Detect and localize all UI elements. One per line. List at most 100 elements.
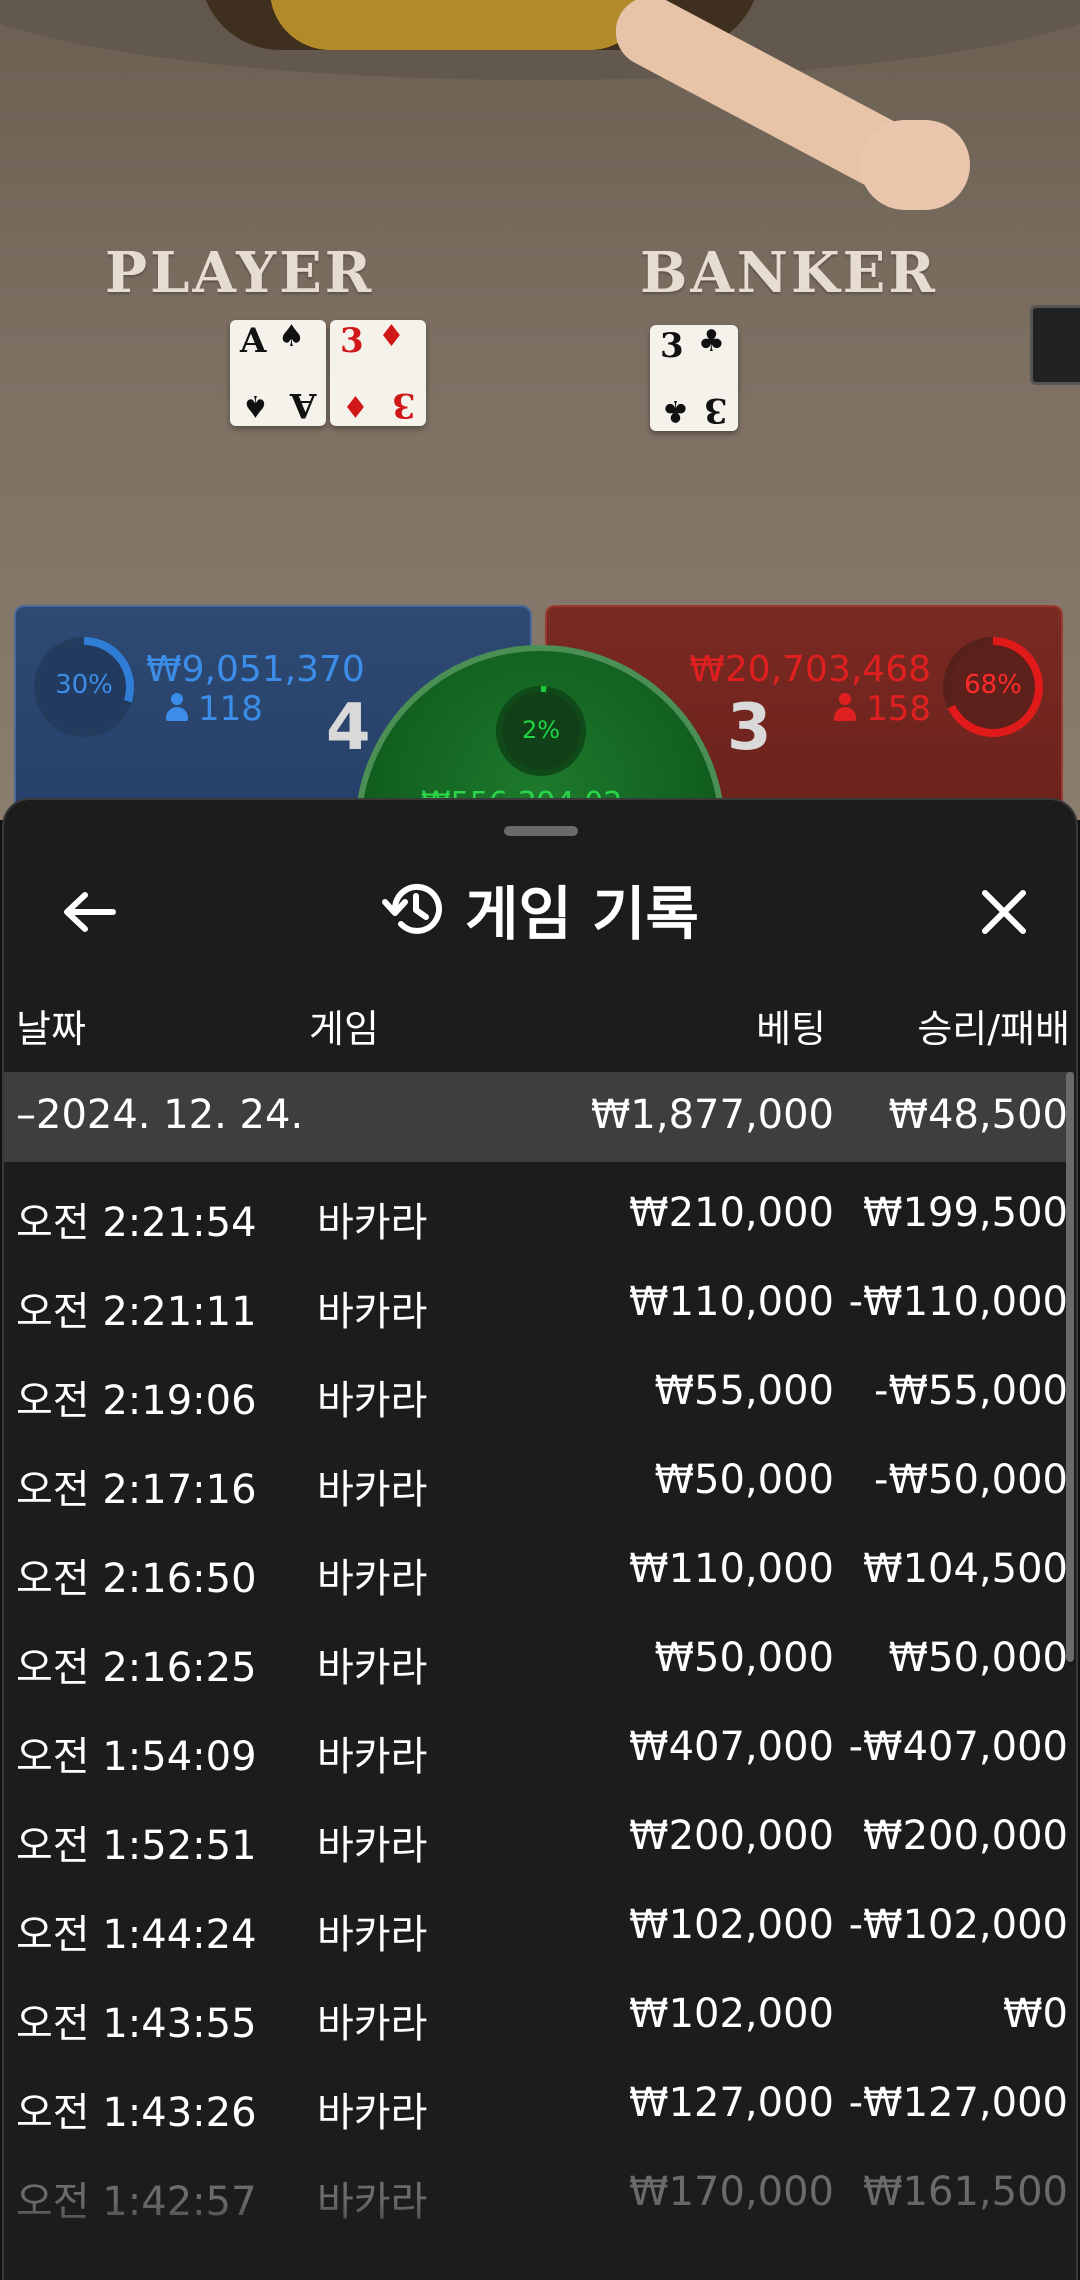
row-game: 바카라 — [317, 1378, 428, 1424]
club-suit-icon: ♣ — [662, 393, 689, 428]
banker-bettor-count: 158 — [834, 689, 931, 729]
day-summary-date: –2024. 12. 24. — [16, 1092, 304, 1138]
tie-percent-ring: 2% — [496, 686, 586, 776]
user-icon — [834, 693, 857, 723]
row-bet: ₩50,000 — [654, 1635, 834, 1681]
row-game: 바카라 — [317, 1823, 428, 1869]
column-header-game[interactable]: 게임 — [309, 998, 379, 1053]
player-bettor-count: 118 — [166, 689, 263, 729]
player-percent: 30% — [55, 670, 113, 700]
list-fade-overlay — [4, 2198, 1076, 2280]
row-win-loss: ₩199,500 — [863, 1190, 1068, 1236]
banker-bet-amount: ₩20,703,468 — [689, 649, 931, 690]
row-time: 오전 1:44:24 — [16, 1912, 257, 1958]
row-game: 바카라 — [317, 2001, 428, 2047]
player-percent-ring: 30% — [34, 637, 134, 737]
dealer-hand — [860, 120, 970, 210]
banker-score: 3 — [727, 691, 772, 765]
sheet-drag-handle[interactable] — [504, 826, 578, 836]
row-win-loss: -₩50,000 — [874, 1457, 1068, 1503]
row-time: 오전 2:21:54 — [16, 1200, 257, 1246]
game-history-sheet: 게임 기록 날짜 게임 베팅 승리/패배 –2024. 12. 24. ₩1,8… — [2, 798, 1078, 2280]
row-bet: ₩50,000 — [654, 1457, 834, 1503]
history-row[interactable]: 오전 1:52:51 바카라 ₩200,000 ₩200,000 — [4, 1785, 1074, 1874]
column-header-date[interactable]: 날짜 — [16, 998, 86, 1053]
history-row[interactable]: 오전 1:54:09 바카라 ₩407,000 -₩407,000 — [4, 1696, 1074, 1785]
user-icon — [166, 693, 188, 723]
row-bet: ₩127,000 — [629, 2080, 834, 2126]
row-bet: ₩200,000 — [629, 1813, 834, 1859]
row-bet: ₩102,000 — [629, 1902, 834, 1948]
day-summary-row[interactable]: –2024. 12. 24. ₩1,877,000 ₩48,500 — [4, 1072, 1074, 1162]
banker-percent: 68% — [964, 670, 1022, 700]
spade-suit-icon: ♠ — [278, 319, 305, 354]
row-win-loss: ₩50,000 — [888, 1635, 1068, 1681]
history-row[interactable]: 오전 2:16:25 바카라 ₩50,000 ₩50,000 — [4, 1607, 1074, 1696]
player-card-2: 3 ♦ ♦ 3 — [330, 320, 426, 426]
row-bet: ₩102,000 — [629, 1991, 834, 2037]
row-game: 바카라 — [317, 1556, 428, 1602]
history-list[interactable]: 오전 2:21:54 바카라 ₩210,000 ₩199,500 오전 2:21… — [4, 1162, 1074, 2230]
row-time: 오전 2:16:50 — [16, 1556, 257, 1602]
history-icon — [382, 883, 443, 934]
scrollbar[interactable] — [1066, 1072, 1074, 1662]
row-bet: ₩55,000 — [654, 1368, 834, 1414]
history-row[interactable]: 오전 2:21:54 바카라 ₩210,000 ₩199,500 — [4, 1162, 1074, 1251]
history-row[interactable]: 오전 1:44:24 바카라 ₩102,000 -₩102,000 — [4, 1874, 1074, 1963]
row-time: 오전 2:16:25 — [16, 1645, 257, 1691]
card-shoe — [1030, 305, 1080, 385]
row-bet: ₩110,000 — [629, 1546, 834, 1592]
row-win-loss: -₩55,000 — [874, 1368, 1068, 1414]
player-bet-amount: ₩9,051,370 — [146, 649, 365, 690]
history-row[interactable]: 오전 2:19:06 바카라 ₩55,000 -₩55,000 — [4, 1340, 1074, 1429]
tie-percent: 2% — [521, 716, 561, 744]
row-bet: ₩110,000 — [629, 1279, 834, 1325]
row-win-loss: -₩407,000 — [848, 1724, 1068, 1770]
column-header-bet[interactable]: 베팅 — [756, 998, 826, 1053]
club-suit-icon: ♣ — [698, 324, 725, 359]
row-game: 바카라 — [317, 1645, 428, 1691]
history-row[interactable]: 오전 2:16:50 바카라 ₩110,000 ₩104,500 — [4, 1518, 1074, 1607]
history-row[interactable]: 오전 2:17:16 바카라 ₩50,000 -₩50,000 — [4, 1429, 1074, 1518]
row-time: 오전 1:43:26 — [16, 2090, 257, 2136]
banker-zone-label: BANKER — [640, 240, 938, 306]
row-game: 바카라 — [317, 1734, 428, 1780]
history-row[interactable]: 오전 1:43:55 바카라 ₩102,000 ₩0 — [4, 1963, 1074, 2052]
dealer-dress — [270, 0, 650, 50]
row-time: 오전 2:19:06 — [16, 1378, 257, 1424]
row-time: 오전 1:43:55 — [16, 2001, 257, 2047]
row-win-loss: -₩127,000 — [848, 2080, 1068, 2126]
diamond-suit-icon: ♦ — [342, 388, 369, 423]
row-bet: ₩407,000 — [629, 1724, 834, 1770]
row-win-loss: -₩102,000 — [848, 1902, 1068, 1948]
player-score: 4 — [326, 691, 371, 765]
player-card-1: A ♠ ♠ A — [230, 320, 326, 426]
row-game: 바카라 — [317, 1912, 428, 1958]
row-win-loss: ₩104,500 — [863, 1546, 1068, 1592]
row-win-loss: ₩0 — [1003, 1991, 1068, 2037]
row-bet: ₩210,000 — [629, 1190, 834, 1236]
close-button[interactable] — [954, 862, 1054, 962]
column-header-win-loss[interactable]: 승리/패배 — [917, 998, 1070, 1053]
row-time: 오전 1:54:09 — [16, 1734, 257, 1780]
banker-card-1: 3 ♣ ♣ 3 — [650, 325, 738, 431]
row-win-loss: ₩200,000 — [863, 1813, 1068, 1859]
player-zone-label: PLAYER — [105, 240, 375, 306]
banker-percent-ring: 68% — [943, 637, 1043, 737]
row-time: 오전 2:21:11 — [16, 1289, 257, 1335]
day-summary-bet: ₩1,877,000 — [590, 1092, 834, 1138]
sheet-title: 게임 기록 — [4, 864, 1076, 954]
history-row[interactable]: 오전 2:21:11 바카라 ₩110,000 -₩110,000 — [4, 1251, 1074, 1340]
close-icon — [982, 890, 1026, 934]
row-game: 바카라 — [317, 1200, 428, 1246]
day-summary-win-loss: ₩48,500 — [888, 1092, 1068, 1138]
spade-suit-icon: ♠ — [242, 388, 269, 423]
history-row[interactable]: 오전 1:43:26 바카라 ₩127,000 -₩127,000 — [4, 2052, 1074, 2141]
row-win-loss: -₩110,000 — [848, 1279, 1068, 1325]
row-game: 바카라 — [317, 2090, 428, 2136]
row-game: 바카라 — [317, 1467, 428, 1513]
sheet-title-text: 게임 기록 — [465, 880, 699, 948]
row-time: 오전 2:17:16 — [16, 1467, 257, 1513]
row-game: 바카라 — [317, 1289, 428, 1335]
row-time: 오전 1:52:51 — [16, 1823, 257, 1869]
